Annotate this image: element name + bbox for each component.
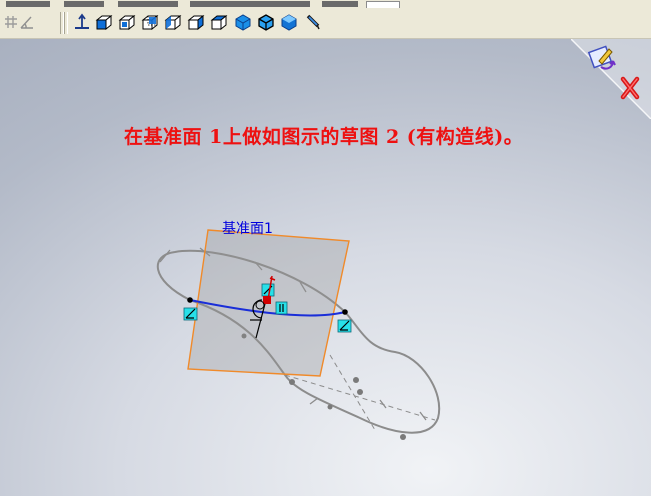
angle-icon[interactable] [16, 11, 38, 33]
view-left-icon[interactable] [162, 11, 184, 33]
confirmation-corner [571, 39, 651, 119]
view-right-icon[interactable] [185, 11, 207, 33]
graphics-area[interactable] [0, 39, 651, 496]
pin-tool-icon[interactable] [301, 11, 323, 33]
view-shaded-solid-icon[interactable] [278, 11, 300, 33]
section-view-icon[interactable] [71, 11, 93, 33]
view-shaded-icon[interactable] [232, 11, 254, 33]
instruction-text: 在基准面 1上做如图示的草图 2 (有构造线)。 [124, 126, 524, 148]
solidworks-window: 在基准面 1上做如图示的草图 2 (有构造线)。 基准面1 [0, 0, 651, 496]
exit-sketch-icon[interactable] [587, 43, 617, 73]
view-toolbar [0, 8, 651, 39]
plane-label: 基准面1 [222, 221, 273, 237]
view-top-icon[interactable] [208, 11, 230, 33]
cancel-icon[interactable] [615, 73, 645, 103]
view-front-icon[interactable] [116, 11, 138, 33]
view-isometric-icon[interactable] [93, 11, 115, 33]
toolbar-separator [64, 12, 68, 34]
view-shaded-edges-icon[interactable] [255, 11, 277, 33]
view-back-icon[interactable] [139, 11, 161, 33]
